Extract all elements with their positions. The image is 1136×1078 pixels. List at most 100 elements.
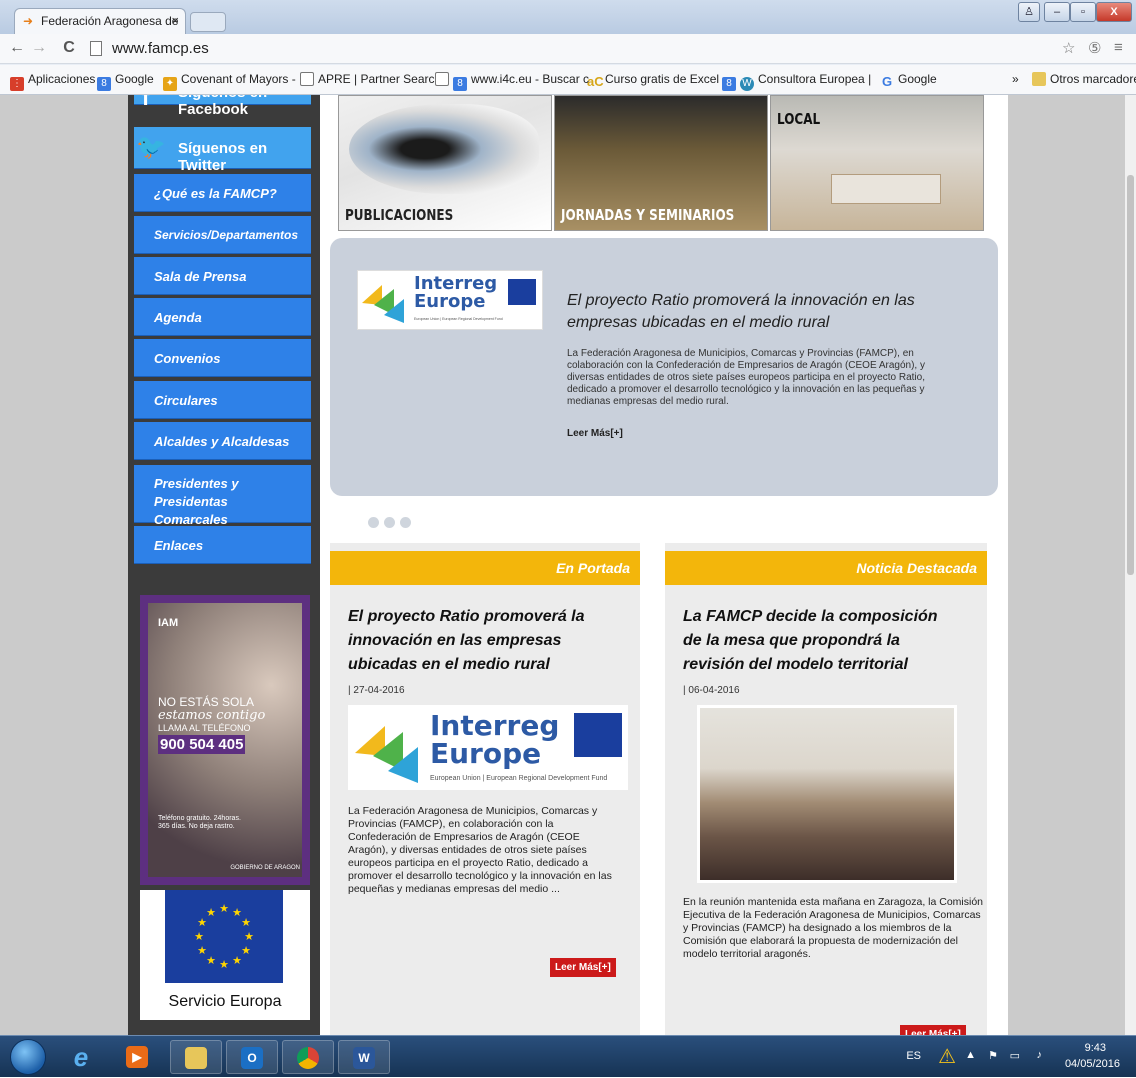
bookmark-label: Covenant of Mayors - <box>181 72 296 86</box>
slider-text: La Federación Aragonesa de Municipios, C… <box>567 348 925 407</box>
iam-ad-banner[interactable]: IAM NO ESTÁS SOLA estamos contigo LLAMA … <box>140 595 310 885</box>
sidebar-item-agenda[interactable]: Agenda <box>134 298 311 336</box>
jornadas-image[interactable]: JORNADAS Y SEMINARIOS <box>554 95 768 231</box>
volume-icon[interactable]: ♪ <box>1037 1049 1043 1061</box>
internet-explorer-icon: e <box>73 1042 89 1072</box>
eu-flag-icon <box>574 713 622 757</box>
reforma-caption: LOCAL <box>777 110 821 128</box>
sidebar-item-label: Circulares <box>154 393 218 408</box>
sidebar-item-label: Sala de Prensa <box>154 269 247 284</box>
bookmark-label: Aplicaciones <box>28 72 96 86</box>
site-favicon-icon: ➜ <box>23 14 34 28</box>
sidebar-item-alcaldes[interactable]: Alcaldes y Alcaldesas <box>134 422 311 460</box>
taskbar-word[interactable]: W <box>338 1040 390 1074</box>
language-indicator[interactable]: ES <box>906 1050 921 1062</box>
card-read-more-button[interactable]: Leer Más[+] <box>550 958 616 977</box>
chrome-icon <box>297 1047 319 1069</box>
twitter-label: Síguenos en Twitter <box>178 140 268 174</box>
twitter-button[interactable]: 🐦 Síguenos en Twitter <box>134 127 311 174</box>
sidebar-item-presidentes[interactable]: Presidentes y Presidentas Comarcales <box>134 465 311 527</box>
page-viewport: f Síguenos en Facebook 🐦 Síguenos en Twi… <box>0 95 1125 1035</box>
card-title[interactable]: La FAMCP decide la composición de la mes… <box>683 605 953 677</box>
bookmark-excel[interactable]: aCCurso gratis de Excel <box>587 72 719 89</box>
address-bar[interactable]: www.famcp.es <box>90 38 1080 60</box>
card-read-more-button[interactable]: Leer Más[+] <box>900 1025 966 1035</box>
scrollbar-thumb[interactable] <box>1127 175 1134 575</box>
sidebar-item-enlaces[interactable]: Enlaces <box>134 526 311 564</box>
google-icon: 8 <box>722 77 736 91</box>
publicaciones-image[interactable]: PUBLICACIONES <box>338 95 552 231</box>
maximize-icon[interactable]: ▫ <box>1070 2 1096 22</box>
taskbar-media-player[interactable]: ▶ <box>112 1040 164 1074</box>
slider-read-more-link[interactable]: Leer Más[+] <box>567 428 623 439</box>
left-sidebar: f Síguenos en Facebook 🐦 Síguenos en Twi… <box>128 95 320 1035</box>
menu-icon[interactable]: ≡ <box>1114 39 1123 56</box>
servicio-europa-label: Servicio Europa <box>168 993 282 1010</box>
noticia-destacada-card: Noticia Destacada La FAMCP decide la com… <box>665 543 987 1035</box>
profile-icon[interactable]: ♙ <box>1018 2 1040 22</box>
back-arrow-icon[interactable]: ← <box>8 39 26 57</box>
bookmarks-bar: ⋮ Aplicaciones 8 Google ✦ Covenant of Mayor… <box>0 65 1136 95</box>
tab-close-icon[interactable]: × <box>171 9 179 33</box>
slider-title[interactable]: El proyecto Ratio promoverá la innovació… <box>567 290 957 334</box>
card-date: | 06-04-2016 <box>683 685 740 696</box>
bookmark-google-2[interactable]: G Google <box>880 72 937 89</box>
sidebar-item-label: Servicios/Departamentos <box>154 228 299 242</box>
bookmark-google[interactable]: 8 Google <box>97 72 154 91</box>
other-bookmarks[interactable]: Otros marcadores <box>1032 72 1136 86</box>
europe-word: Europe <box>430 737 542 770</box>
forward-arrow-icon[interactable]: → <box>30 39 48 57</box>
iam-logo: IAM <box>158 617 179 629</box>
start-button[interactable] <box>10 1039 46 1075</box>
taskbar-explorer[interactable] <box>170 1040 222 1074</box>
clock-time[interactable]: 9:43 <box>1085 1042 1106 1054</box>
outlook-icon: O <box>241 1047 263 1069</box>
bookmark-covenant[interactable]: ✦ Covenant of Mayors - <box>163 72 296 91</box>
sidebar-item-que-es[interactable]: ¿Qué es la FAMCP? <box>134 174 311 212</box>
sidebar-item-servicios[interactable]: Servicios/Departamentos <box>134 216 311 254</box>
svg-text:★: ★ <box>206 906 216 919</box>
star-icon[interactable]: ☆ <box>1062 39 1075 57</box>
slider-dot[interactable] <box>400 517 411 528</box>
taskbar-outlook[interactable]: O <box>226 1040 278 1074</box>
google-icon: 8 <box>453 77 467 91</box>
close-window-icon[interactable]: X <box>1096 2 1132 22</box>
bookmark-consultora[interactable]: 8 W Consultora Europea | <box>722 72 871 91</box>
bookmark-label: www.i4c.eu - Buscar c <box>471 72 590 86</box>
extension-icon[interactable]: ⑤ <box>1088 39 1101 57</box>
bookmark-i4c[interactable]: 8 www.i4c.eu - Buscar c <box>435 72 589 91</box>
sidebar-item-circulares[interactable]: Circulares <box>134 381 311 419</box>
action-center-icon[interactable]: ⚑ <box>988 1049 998 1062</box>
facebook-button[interactable]: f Síguenos en Facebook <box>134 95 311 118</box>
reload-icon[interactable]: C <box>60 39 78 57</box>
browser-tab[interactable]: ➜ Federación Aragonesa de × <box>14 8 186 34</box>
new-tab-button[interactable] <box>190 12 226 32</box>
publicaciones-caption: PUBLICACIONES <box>345 206 454 224</box>
bookmark-apre[interactable]: APRE | Partner Search <box>300 72 441 86</box>
covenant-icon: ✦ <box>163 77 177 91</box>
minimize-icon[interactable]: ‒ <box>1044 2 1070 22</box>
bookmark-apps[interactable]: ⋮ Aplicaciones <box>10 72 95 91</box>
toolbar: ← → C www.famcp.es ☆ ⑤ ≡ <box>0 34 1136 64</box>
sidebar-item-convenios[interactable]: Convenios <box>134 339 311 377</box>
taskbar-ie[interactable]: e <box>56 1040 108 1074</box>
bookmarks-overflow[interactable]: » <box>1012 72 1019 86</box>
sidebar-item-label: Enlaces <box>154 538 204 553</box>
reforma-image[interactable]: LOCAL <box>770 95 984 231</box>
taskbar-chrome[interactable] <box>282 1040 334 1074</box>
sidebar-item-prensa[interactable]: Sala de Prensa <box>134 257 311 295</box>
card-title[interactable]: El proyecto Ratio promoverá la innovació… <box>348 605 618 677</box>
servicio-europa-banner[interactable]: ★ ★ ★ ★ ★ ★ ★ ★ ★ ★ ★ ★ Servicio Europa <box>140 890 310 1020</box>
warning-icon[interactable]: ⚠ <box>938 1044 956 1069</box>
network-icon[interactable]: ▭ <box>1010 1049 1020 1062</box>
slider-dot[interactable] <box>368 517 379 528</box>
tab-bar: ➜ Federación Aragonesa de × ♙ ‒ ▫ X <box>0 0 1136 34</box>
show-hidden-icons-icon[interactable]: ▲ <box>965 1049 976 1061</box>
clock-date[interactable]: 04/05/2016 <box>1065 1058 1120 1070</box>
svg-text:★: ★ <box>244 930 254 943</box>
url-text: www.famcp.es <box>112 40 209 57</box>
page-scrollbar[interactable] <box>1125 95 1136 1035</box>
slider-dot[interactable] <box>384 517 395 528</box>
meeting-photo <box>697 705 957 883</box>
media-player-icon: ▶ <box>126 1046 148 1068</box>
